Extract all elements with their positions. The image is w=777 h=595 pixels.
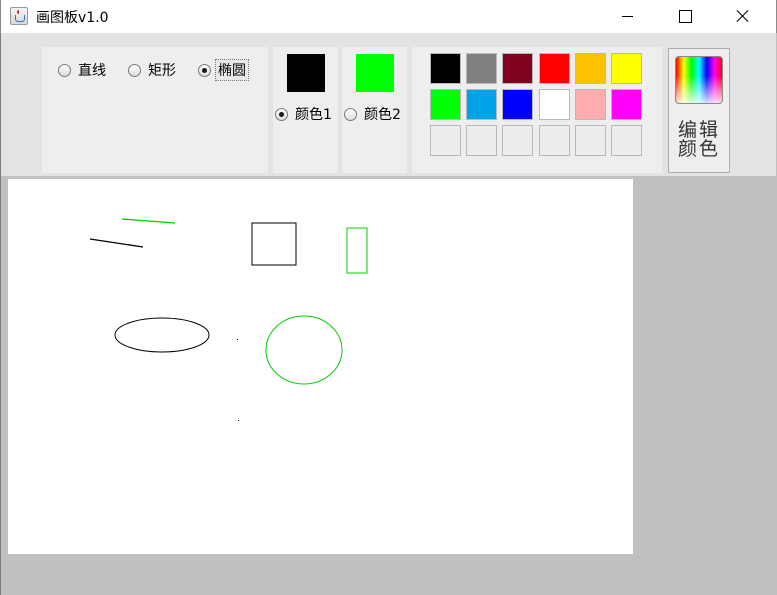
drawn-ellipse bbox=[114, 317, 210, 353]
palette-swatch[interactable] bbox=[574, 53, 606, 84]
palette-swatch[interactable] bbox=[502, 53, 534, 84]
palette-swatch[interactable] bbox=[574, 125, 606, 156]
radio-line-label: 直线 bbox=[78, 63, 106, 79]
title-bar: 画图板v1.0 bbox=[0, 0, 777, 33]
radio-line[interactable]: 直线 bbox=[58, 60, 106, 80]
palette-swatch[interactable] bbox=[574, 89, 606, 120]
drawn-rect bbox=[251, 222, 297, 266]
radio-ellipse[interactable]: 椭圆 bbox=[198, 59, 249, 81]
maximize-icon[interactable] bbox=[661, 0, 707, 33]
palette-swatch[interactable] bbox=[502, 125, 534, 156]
shape-panel: 直线 矩形 椭圆 bbox=[42, 47, 268, 173]
palette-swatch[interactable] bbox=[466, 53, 498, 84]
radio-ellipse-label: 椭圆 bbox=[215, 59, 249, 81]
palette-swatch[interactable] bbox=[466, 89, 498, 120]
color-palette bbox=[412, 47, 662, 173]
palette-swatch[interactable] bbox=[538, 89, 570, 120]
radio-selected-icon bbox=[275, 107, 288, 121]
palette-swatch[interactable] bbox=[611, 125, 642, 156]
radio-button-icon bbox=[128, 63, 141, 77]
color2-panel: 颜色2 bbox=[342, 47, 407, 173]
color1-panel: 颜色1 bbox=[273, 47, 338, 173]
window-title: 画图板v1.0 bbox=[36, 10, 109, 26]
radio-selected-icon bbox=[198, 63, 211, 77]
radio-color1-label: 颜色1 bbox=[295, 107, 332, 123]
radio-button-icon bbox=[58, 63, 71, 77]
radio-rect[interactable]: 矩形 bbox=[128, 60, 176, 80]
palette-swatch[interactable] bbox=[538, 53, 570, 84]
palette-swatch[interactable] bbox=[538, 125, 570, 156]
edit-colors-label: 编辑颜色 bbox=[677, 119, 720, 160]
radio-color2-label: 颜色2 bbox=[364, 107, 401, 123]
palette-swatch[interactable] bbox=[430, 89, 461, 120]
palette-swatch[interactable] bbox=[611, 53, 642, 84]
radio-rect-label: 矩形 bbox=[148, 63, 176, 79]
radio-color1[interactable]: 颜色1 bbox=[275, 104, 332, 124]
palette-swatch[interactable] bbox=[430, 53, 461, 84]
drawn-dot bbox=[238, 420, 239, 421]
drawn-line bbox=[89, 238, 144, 248]
palette-swatch[interactable] bbox=[611, 89, 642, 120]
radio-button-icon bbox=[344, 107, 357, 121]
palette-swatch[interactable] bbox=[502, 89, 534, 120]
java-coffee-cup-icon bbox=[10, 7, 28, 25]
drawing-surface[interactable] bbox=[8, 179, 633, 554]
color2-swatch[interactable] bbox=[356, 54, 394, 92]
drawn-line bbox=[121, 218, 176, 224]
minimize-icon[interactable] bbox=[604, 0, 650, 33]
palette-swatch[interactable] bbox=[430, 125, 461, 156]
radio-color2[interactable]: 颜色2 bbox=[344, 104, 401, 124]
drawn-ellipse bbox=[265, 315, 343, 385]
color1-swatch[interactable] bbox=[287, 54, 325, 92]
close-icon[interactable] bbox=[719, 0, 765, 33]
drawing-canvas[interactable] bbox=[8, 179, 633, 554]
edit-colors-button[interactable]: 编辑颜色 bbox=[668, 48, 730, 173]
palette-swatch[interactable] bbox=[466, 125, 498, 156]
drawn-rect bbox=[346, 227, 368, 274]
color-spectrum-icon bbox=[675, 56, 723, 104]
drawn-dot bbox=[237, 339, 238, 340]
